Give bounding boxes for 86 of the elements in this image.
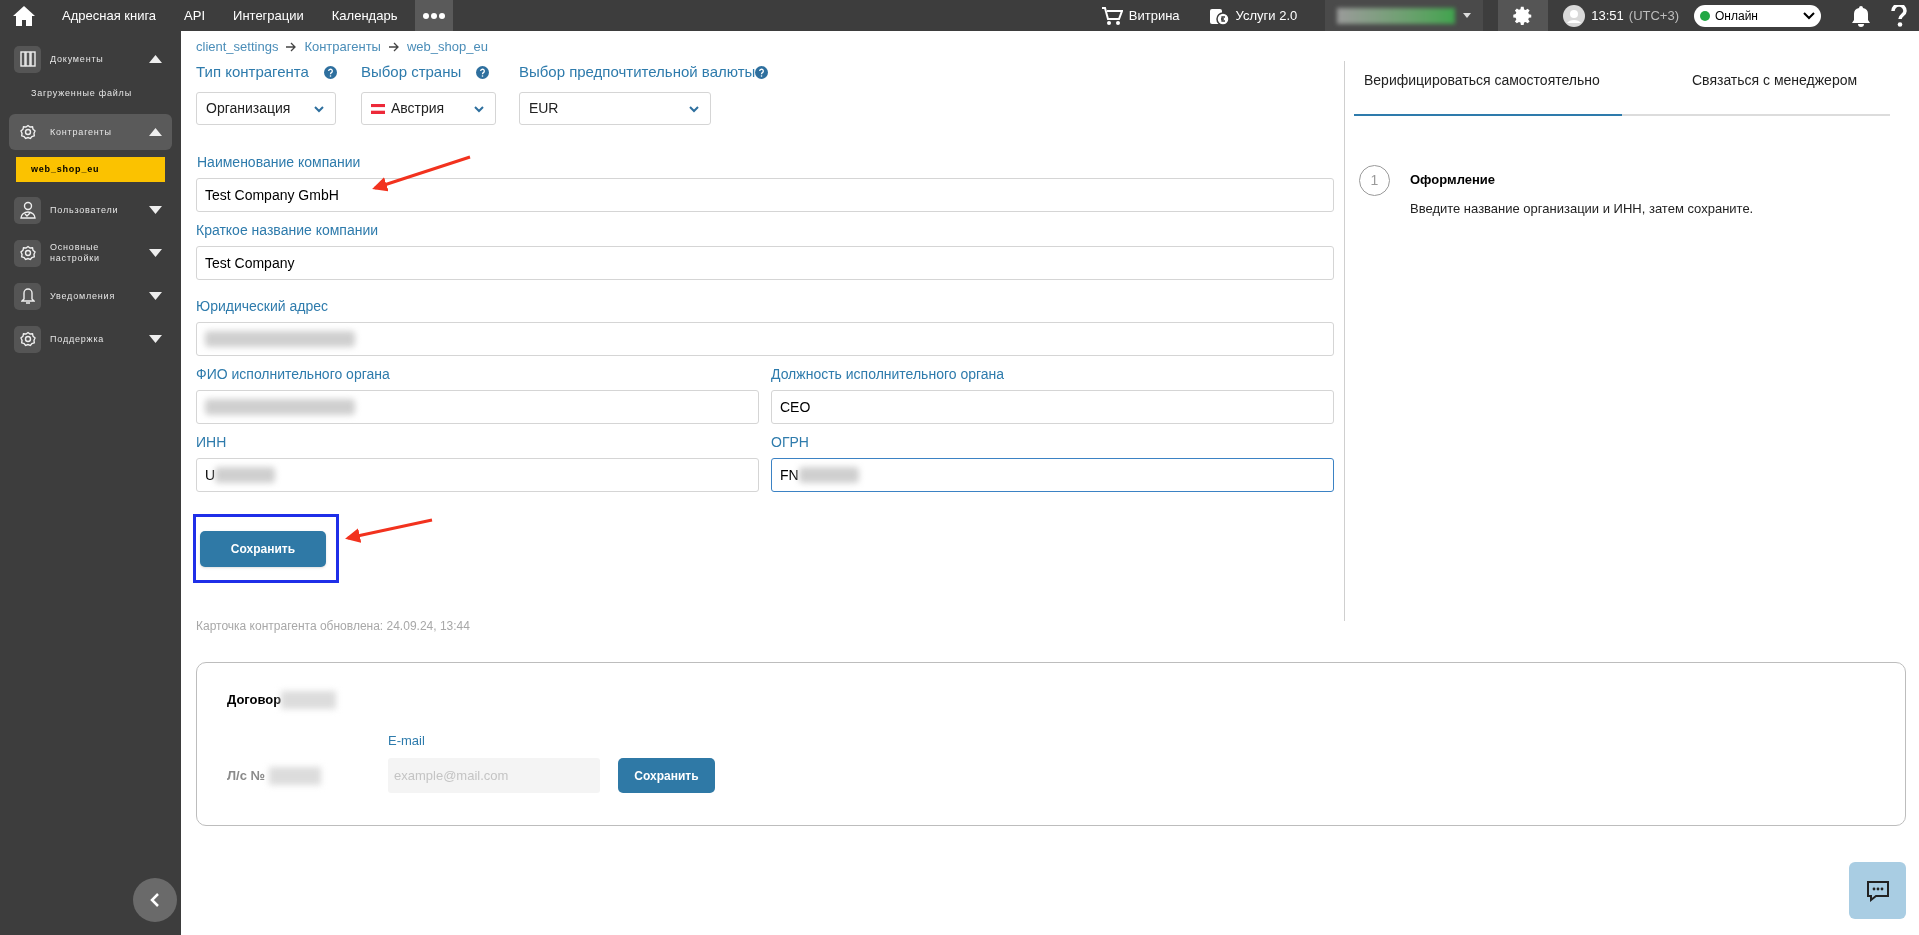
blurred-value bbox=[269, 766, 322, 785]
settings-icon[interactable] bbox=[1498, 0, 1549, 31]
update-note: Карточка контрагента обновлена: 24.09.24, 13:44 bbox=[196, 618, 471, 635]
save-button[interactable]: Сохранить bbox=[618, 758, 715, 793]
field-label: Тип контрагента bbox=[196, 61, 309, 82]
caret-down-icon[interactable] bbox=[149, 292, 162, 300]
breadcrumb-link[interactable]: Контрагенты bbox=[304, 37, 381, 57]
step-description: Введите название организации и ИНН, затем сохраните. bbox=[1410, 199, 1754, 218]
field-label: Юридический адрес bbox=[196, 297, 329, 316]
field-label: E-mail bbox=[388, 731, 426, 750]
clock-time: 13:51 bbox=[1591, 6, 1624, 25]
select-field[interactable]: EUR bbox=[518, 92, 711, 125]
sidebar-item[interactable]: Основные настройки bbox=[9, 235, 172, 271]
person-icon bbox=[14, 196, 41, 224]
field-label: ОГРН bbox=[771, 433, 810, 452]
sidebar-item[interactable]: Поддержка bbox=[9, 321, 172, 357]
home-icon[interactable] bbox=[12, 4, 36, 27]
cart-icon bbox=[1100, 5, 1123, 26]
caret-up-icon[interactable] bbox=[149, 128, 162, 136]
caret-down-icon[interactable] bbox=[149, 206, 162, 214]
input-field[interactable] bbox=[196, 390, 759, 424]
field-label: Выбор страны bbox=[360, 61, 462, 82]
field-label: Выбор предпочтительной валюты bbox=[518, 61, 756, 82]
field-label: ФИО исполнительного органа bbox=[196, 365, 391, 384]
field-label: ИНН bbox=[196, 433, 228, 452]
caret-up-icon[interactable] bbox=[149, 55, 162, 63]
blurred-value bbox=[798, 467, 859, 483]
input-field[interactable] bbox=[196, 322, 1334, 356]
avatar-icon[interactable] bbox=[1563, 4, 1586, 27]
blurred-value bbox=[215, 467, 276, 483]
more-button[interactable] bbox=[415, 0, 454, 31]
help-icon[interactable] bbox=[323, 65, 337, 79]
input-field[interactable]: Test Company bbox=[196, 246, 1334, 280]
sidebar-subitem[interactable]: web_shop_eu bbox=[16, 157, 165, 182]
chevron-down-icon bbox=[1803, 11, 1815, 20]
step-title: Оформление bbox=[1410, 171, 1497, 189]
arrow-right-icon bbox=[285, 42, 298, 52]
breadcrumb-link[interactable]: client_settings bbox=[196, 37, 279, 57]
chevron-left-icon bbox=[149, 892, 161, 908]
dots-icon bbox=[423, 12, 446, 19]
arrow-right-icon bbox=[387, 42, 400, 52]
help-icon[interactable] bbox=[1891, 4, 1907, 27]
breadcrumb-link[interactable]: web_shop_eu bbox=[406, 37, 488, 57]
timezone-label: (UTC+3) bbox=[1628, 6, 1679, 25]
input-field[interactable]: Test Company GmbH bbox=[196, 178, 1334, 212]
sidebar-item[interactable]: Пользователи bbox=[9, 192, 172, 228]
input-field[interactable]: U bbox=[196, 458, 759, 492]
nav-link[interactable]: Календарь bbox=[331, 5, 398, 26]
account-label: Л/с № bbox=[227, 766, 266, 785]
chat-button[interactable] bbox=[1849, 862, 1906, 919]
nav-link[interactable]: Адресная книга bbox=[62, 5, 157, 26]
chat-icon bbox=[1865, 879, 1890, 902]
field-label: Наименование компании bbox=[196, 153, 362, 172]
caret-down-icon[interactable] bbox=[149, 335, 162, 343]
tab[interactable]: Связаться с менеджером bbox=[1622, 65, 1890, 116]
tab[interactable]: Верифицироваться самостоятельно bbox=[1354, 65, 1622, 116]
nav-link[interactable]: API bbox=[184, 5, 206, 26]
field-label: Краткое название компании bbox=[196, 221, 380, 240]
services-link[interactable]: Услуги 2.0 bbox=[1207, 5, 1298, 26]
input-field[interactable]: FN bbox=[771, 458, 1334, 492]
help-icon[interactable] bbox=[476, 65, 490, 79]
flag-icon bbox=[370, 103, 385, 114]
bell-icon[interactable] bbox=[1851, 4, 1871, 27]
blurred-value bbox=[281, 690, 337, 709]
sidebar-item[interactable]: Уведомления bbox=[9, 278, 172, 314]
gear-icon bbox=[14, 239, 41, 267]
bell-icon bbox=[14, 282, 41, 310]
save-button[interactable]: Сохранить bbox=[200, 531, 326, 567]
field-label: Должность исполнительного органа bbox=[771, 365, 1006, 384]
contract-title: Договор bbox=[227, 691, 282, 709]
account-dropdown[interactable] bbox=[1325, 0, 1484, 31]
sidebar-subitem[interactable]: Загруженные файлы bbox=[0, 84, 181, 104]
caret-down-icon[interactable] bbox=[149, 249, 162, 257]
caret-icon bbox=[1463, 13, 1472, 18]
sidebar-item[interactable]: Контрагенты bbox=[9, 114, 172, 150]
books-icon bbox=[14, 45, 41, 73]
select-field[interactable]: Австрия bbox=[360, 92, 496, 125]
select-field[interactable]: Организация bbox=[196, 92, 336, 125]
nav-link[interactable]: Интеграции bbox=[233, 5, 304, 26]
collapse-button[interactable] bbox=[133, 878, 177, 922]
shop-link[interactable]: Витрина bbox=[1100, 5, 1180, 26]
input-field[interactable]: CEO bbox=[771, 390, 1334, 424]
status-select[interactable]: Онлайн bbox=[1694, 4, 1821, 27]
help-icon[interactable] bbox=[755, 65, 769, 79]
sidebar-item[interactable]: Документы bbox=[9, 41, 172, 77]
gear-icon bbox=[14, 325, 41, 353]
